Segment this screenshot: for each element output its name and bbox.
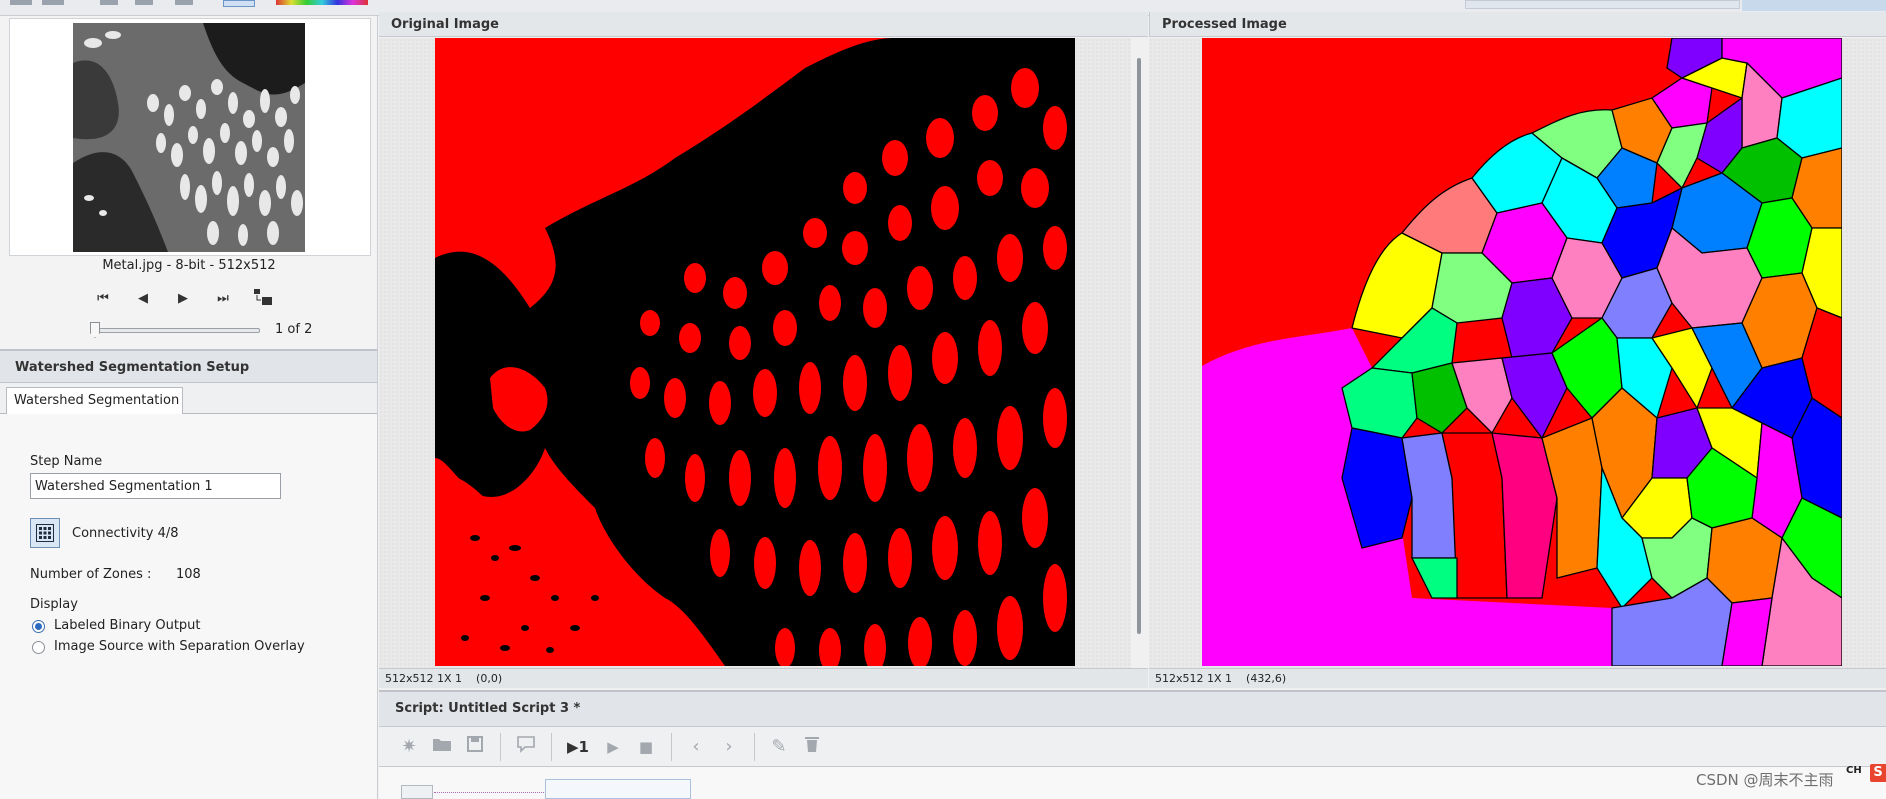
- tab-watershed-segmentation[interactable]: Watershed Segmentation: [6, 387, 183, 415]
- toolbar-button-stub[interactable]: [135, 0, 153, 5]
- radio-source-separation-overlay[interactable]: [32, 641, 45, 654]
- radio-labeled-binary-output[interactable]: [32, 620, 45, 633]
- connectivity-label: Connectivity 4/8: [72, 526, 179, 541]
- watermark-text: CSDN @周末不主雨: [1696, 771, 1834, 789]
- script-connector: [434, 792, 544, 793]
- page-indicator: 1 of 2: [275, 322, 313, 337]
- edit-icon[interactable]: ✎: [767, 735, 791, 759]
- ime-indicator: CH: [1846, 765, 1862, 776]
- toolbar-button-stub[interactable]: [10, 0, 32, 5]
- thumbnail-navigation: ⏮ ◀ ▶ ⏭: [0, 288, 378, 310]
- option-source-separation-overlay[interactable]: Image Source with Separation Overlay: [54, 639, 305, 654]
- toolbar-button-stub[interactable]: [42, 0, 64, 5]
- original-image-title: Original Image: [379, 12, 1148, 37]
- previous-image-icon[interactable]: ◀: [132, 288, 154, 310]
- processed-status-size: 512x512 1X 1: [1155, 672, 1233, 685]
- next-image-icon[interactable]: ▶: [172, 288, 194, 310]
- slider-handle[interactable]: [90, 322, 100, 338]
- original-status-bar: 512x512 1X 1 (0,0): [379, 668, 1148, 688]
- script-canvas[interactable]: [379, 767, 1886, 799]
- original-status-size: 512x512 1X 1: [385, 672, 463, 685]
- thumbnail-image: [73, 23, 305, 252]
- setup-panel-title: Watershed Segmentation Setup: [0, 349, 377, 383]
- toolbar-separator: [754, 733, 755, 761]
- toolbar-selected-button[interactable]: [223, 0, 255, 7]
- delete-icon[interactable]: [800, 735, 824, 759]
- step-name-input[interactable]: [30, 473, 281, 499]
- setup-tab-bar: Watershed Segmentation: [0, 383, 377, 415]
- zones-value: 108: [176, 567, 201, 582]
- run-icon[interactable]: ▶: [601, 735, 625, 759]
- lut-color-bar: [276, 0, 368, 5]
- processed-image-title: Processed Image: [1149, 12, 1886, 37]
- app-logo-icon: S: [1870, 764, 1886, 782]
- top-right-tab[interactable]: [1742, 0, 1886, 11]
- forward-icon[interactable]: ›: [717, 735, 741, 759]
- image-page-slider[interactable]: [90, 322, 260, 338]
- toolbar-button-stub[interactable]: [100, 0, 118, 5]
- stop-icon[interactable]: ■: [634, 735, 658, 759]
- vertical-scrollbar[interactable]: [1137, 58, 1141, 634]
- zones-label: Number of Zones :: [30, 567, 152, 582]
- thumbnail-caption: Metal.jpg - 8-bit - 512x512: [102, 258, 276, 273]
- first-image-icon[interactable]: ⏮: [92, 288, 114, 310]
- script-panel-title: Script: Untitled Script 3 *: [379, 690, 1886, 727]
- left-panel: Metal.jpg - 8-bit - 512x512 ⏮ ◀ ▶ ⏭ 1 of…: [0, 16, 378, 799]
- save-icon[interactable]: [463, 735, 487, 759]
- processed-status-coord: (432,6): [1246, 672, 1287, 685]
- processed-image[interactable]: [1202, 38, 1842, 666]
- setup-form: Step Name Connectivity 4/8 Number of Zon…: [0, 414, 377, 799]
- script-step-node[interactable]: [401, 785, 433, 799]
- script-toolbar: ✷ ▶1 ▶ ■ ‹ › ✎: [379, 727, 1886, 767]
- grid-icon: [36, 524, 54, 542]
- processed-status-bar: 512x512 1X 1 (432,6): [1149, 668, 1886, 688]
- new-icon[interactable]: ✷: [397, 735, 421, 759]
- run-step-icon[interactable]: ▶1: [564, 735, 592, 759]
- original-status-coord: (0,0): [476, 672, 503, 685]
- open-folder-icon[interactable]: [430, 735, 454, 759]
- thumbnail-frame: [9, 18, 371, 256]
- last-image-icon[interactable]: ⏭: [212, 288, 234, 310]
- connectivity-button[interactable]: [30, 518, 60, 548]
- view-mode-icon[interactable]: [252, 288, 274, 310]
- slider-track: [90, 328, 260, 333]
- script-step-node[interactable]: [545, 779, 691, 799]
- toolbar-separator: [500, 733, 501, 761]
- back-icon[interactable]: ‹: [684, 735, 708, 759]
- toolbar-separator: [671, 733, 672, 761]
- option-labeled-binary-output[interactable]: Labeled Binary Output: [54, 618, 201, 633]
- top-right-field[interactable]: [1465, 0, 1740, 9]
- display-label: Display: [30, 597, 78, 612]
- toolbar-separator: [551, 733, 552, 761]
- toolbar-button-stub[interactable]: [175, 0, 193, 5]
- original-image[interactable]: [435, 38, 1075, 666]
- step-name-label: Step Name: [30, 454, 103, 469]
- comment-icon[interactable]: [514, 735, 538, 759]
